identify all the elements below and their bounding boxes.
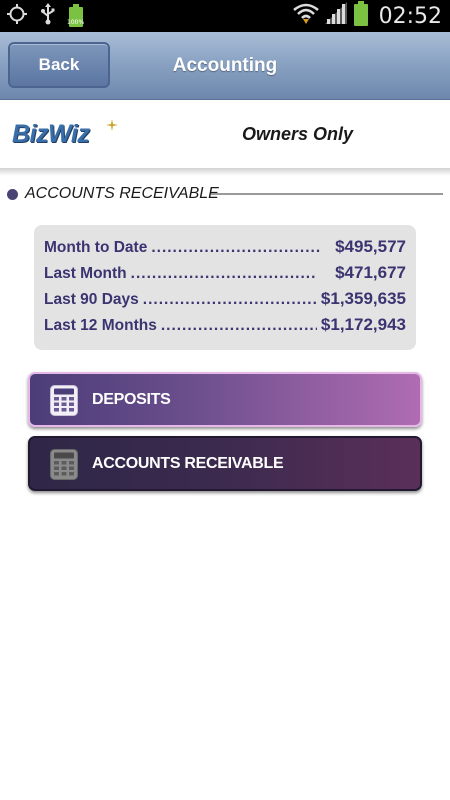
summary-label: Last 90 Days <box>44 291 139 308</box>
deposits-button[interactable]: DEPOSITS <box>28 372 422 427</box>
summary-leader-dots: ................................ <box>151 239 322 256</box>
bullet-icon <box>7 189 18 200</box>
accounts-receivable-button[interactable]: ACCOUNTS RECEIVABLE <box>28 436 422 491</box>
title-bar: Back Accounting <box>0 32 450 100</box>
status-clock: 02:52 <box>378 3 442 29</box>
summary-row-last-month: Last Month .............................… <box>44 263 406 285</box>
summary-row-last-90-days: Last 90 Days ...........................… <box>44 289 406 311</box>
summary-leader-dots: .................................. <box>142 291 317 308</box>
owners-only-label: Owners Only <box>241 124 354 144</box>
brand-bar: BizWiz Owners Only <box>0 100 450 170</box>
section-title: ACCOUNTS RECEIVABLE <box>25 185 219 202</box>
signal-icon <box>324 1 347 31</box>
status-bar: 100% 02:52 <box>0 0 450 32</box>
summary-label: Last Month <box>44 265 127 282</box>
receivables-summary: Month to Date ..........................… <box>34 225 416 350</box>
calculator-icon <box>50 385 78 416</box>
summary-row-month-to-date: Month to Date ..........................… <box>44 237 406 259</box>
bizwiz-logo: BizWiz <box>12 120 90 148</box>
brand-divider <box>0 168 450 176</box>
calculator-icon <box>50 449 78 480</box>
battery-icon <box>353 0 369 32</box>
summary-row-last-12-months: Last 12 Months .........................… <box>44 315 406 337</box>
summary-value: $1,172,943 <box>320 315 406 334</box>
page-title: Accounting <box>172 55 278 76</box>
summary-label: Last 12 Months <box>44 317 157 334</box>
wifi-icon <box>292 2 319 31</box>
deposits-label: DEPOSITS <box>92 390 171 408</box>
usb-icon <box>40 2 56 30</box>
battery-small-label: 100% <box>67 19 85 26</box>
back-button[interactable]: Back <box>8 42 110 88</box>
summary-value: $471,677 <box>335 263 406 282</box>
location-target-icon <box>6 3 28 30</box>
section-header: ACCOUNTS RECEIVABLE <box>0 184 450 204</box>
summary-value: $1,359,635 <box>320 289 406 308</box>
accounts-receivable-label: ACCOUNTS RECEIVABLE <box>92 454 284 472</box>
summary-label: Month to Date <box>44 239 148 256</box>
summary-value: $495,577 <box>335 237 406 256</box>
summary-leader-dots: .............................. <box>160 317 317 334</box>
sparkle-icon <box>106 118 118 136</box>
battery-full-small-icon: 100% <box>67 4 85 28</box>
section-divider <box>211 193 443 195</box>
summary-leader-dots: ................................... <box>130 265 317 282</box>
